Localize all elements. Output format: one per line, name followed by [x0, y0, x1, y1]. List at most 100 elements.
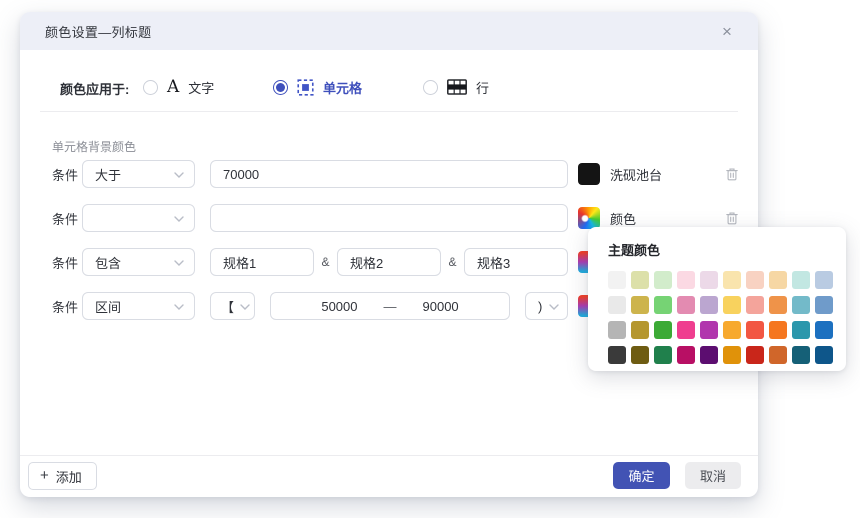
palette-color-swatch[interactable]	[654, 296, 672, 314]
value-input[interactable]	[210, 204, 568, 232]
palette-color-swatch[interactable]	[746, 346, 764, 364]
palette-color-swatch[interactable]	[700, 346, 718, 364]
palette-color-swatch[interactable]	[608, 346, 626, 364]
palette-color-swatch[interactable]	[769, 296, 787, 314]
trash-icon[interactable]	[725, 211, 739, 225]
condition-label: 条件	[52, 209, 78, 228]
radio-option-text[interactable]: A 文字	[143, 74, 214, 100]
radio-option-cell[interactable]: 单元格	[273, 74, 362, 100]
palette-color-swatch[interactable]	[723, 271, 741, 289]
palette-color-swatch[interactable]	[608, 296, 626, 314]
palette-color-swatch[interactable]	[792, 296, 810, 314]
palette-color-swatch[interactable]	[723, 346, 741, 364]
text-style-icon: A	[167, 79, 179, 96]
condition-row-2: 条件	[52, 204, 568, 232]
chevron-down-icon	[549, 297, 559, 315]
palette-color-swatch[interactable]	[769, 346, 787, 364]
range-min[interactable]: 50000	[321, 299, 357, 314]
palette-color-swatch[interactable]	[608, 321, 626, 339]
operator-select[interactable]: 包含	[82, 248, 195, 276]
palette-color-swatch[interactable]	[677, 296, 695, 314]
rainbow-color-picker-icon[interactable]	[578, 207, 600, 229]
palette-color-swatch[interactable]	[723, 321, 741, 339]
palette-color-swatch[interactable]	[792, 271, 810, 289]
palette-color-swatch[interactable]	[631, 296, 649, 314]
radio-option-row[interactable]: 行	[423, 74, 489, 100]
palette-color-swatch[interactable]	[700, 321, 718, 339]
operator-select[interactable]: 大于	[82, 160, 195, 188]
dialog-title: 颜色设置—列标题	[45, 22, 151, 41]
palette-color-swatch[interactable]	[746, 321, 764, 339]
chevron-down-icon	[174, 209, 184, 227]
palette-color-swatch[interactable]	[746, 271, 764, 289]
spec-input-1[interactable]	[210, 248, 314, 276]
range-max[interactable]: 90000	[423, 299, 459, 314]
plus-icon: +	[40, 468, 49, 483]
table-row-icon	[447, 79, 467, 95]
palette-color-swatch[interactable]	[815, 321, 833, 339]
close-bracket-select[interactable]: )	[525, 292, 568, 320]
color-result-1: 洗砚池台	[578, 160, 662, 188]
palette-color-swatch[interactable]	[654, 346, 672, 364]
close-icon[interactable]: ×	[716, 20, 738, 42]
palette-color-swatch[interactable]	[815, 346, 833, 364]
palette-color-swatch[interactable]	[608, 271, 626, 289]
palette-color-swatch[interactable]	[723, 296, 741, 314]
open-bracket-select[interactable]: 【	[210, 292, 255, 320]
color-name: 洗砚池台	[610, 165, 662, 184]
divider	[40, 111, 738, 112]
palette-color-swatch[interactable]	[746, 296, 764, 314]
condition-row-4: 条件 区间 【 50000 — 90000 )	[52, 292, 568, 320]
radio-icon[interactable]	[423, 80, 438, 95]
radio-label: 行	[476, 78, 489, 97]
theme-color-popup: 主题颜色	[588, 227, 846, 371]
range-input[interactable]: 50000 — 90000	[270, 292, 510, 320]
spec-input-2[interactable]	[337, 248, 441, 276]
operator-value: 大于	[95, 165, 168, 184]
condition-label: 条件	[52, 165, 78, 184]
palette-color-swatch[interactable]	[769, 271, 787, 289]
chevron-down-icon	[174, 253, 184, 271]
chevron-down-icon	[174, 165, 184, 183]
and-joiner: &	[441, 255, 464, 269]
and-joiner: &	[314, 255, 337, 269]
add-condition-button[interactable]: + 添加	[28, 462, 97, 490]
palette-color-swatch[interactable]	[677, 321, 695, 339]
apply-to-row: 颜色应用于: A 文字 单元格	[40, 74, 740, 100]
apply-to-label: 颜色应用于:	[60, 79, 129, 98]
palette-color-swatch[interactable]	[677, 346, 695, 364]
trash-icon[interactable]	[725, 167, 739, 181]
color-swatch[interactable]	[578, 163, 600, 185]
palette-color-swatch[interactable]	[631, 271, 649, 289]
palette-color-swatch[interactable]	[815, 296, 833, 314]
chevron-down-icon	[174, 297, 184, 315]
theme-color-grid	[608, 271, 832, 364]
condition-row-1: 条件 大于	[52, 160, 568, 188]
palette-color-swatch[interactable]	[677, 271, 695, 289]
condition-label: 条件	[52, 297, 78, 316]
value-input[interactable]	[210, 160, 568, 188]
palette-title: 主题颜色	[608, 240, 832, 259]
palette-color-swatch[interactable]	[792, 346, 810, 364]
divider	[20, 455, 758, 456]
palette-color-swatch[interactable]	[654, 321, 672, 339]
palette-color-swatch[interactable]	[792, 321, 810, 339]
operator-value: 包含	[95, 253, 168, 272]
operator-select[interactable]: 区间	[82, 292, 195, 320]
radio-label: 文字	[188, 78, 214, 97]
condition-label: 条件	[52, 253, 78, 272]
palette-color-swatch[interactable]	[700, 296, 718, 314]
palette-color-swatch[interactable]	[769, 321, 787, 339]
confirm-button[interactable]: 确定	[613, 462, 670, 489]
cancel-button[interactable]: 取消	[685, 462, 741, 489]
palette-color-swatch[interactable]	[631, 346, 649, 364]
palette-color-swatch[interactable]	[654, 271, 672, 289]
radio-icon[interactable]	[273, 80, 288, 95]
radio-icon[interactable]	[143, 80, 158, 95]
operator-select[interactable]	[82, 204, 195, 232]
spec-input-3[interactable]	[464, 248, 568, 276]
palette-color-swatch[interactable]	[815, 271, 833, 289]
bracket-value: 【	[221, 297, 234, 316]
palette-color-swatch[interactable]	[631, 321, 649, 339]
palette-color-swatch[interactable]	[700, 271, 718, 289]
